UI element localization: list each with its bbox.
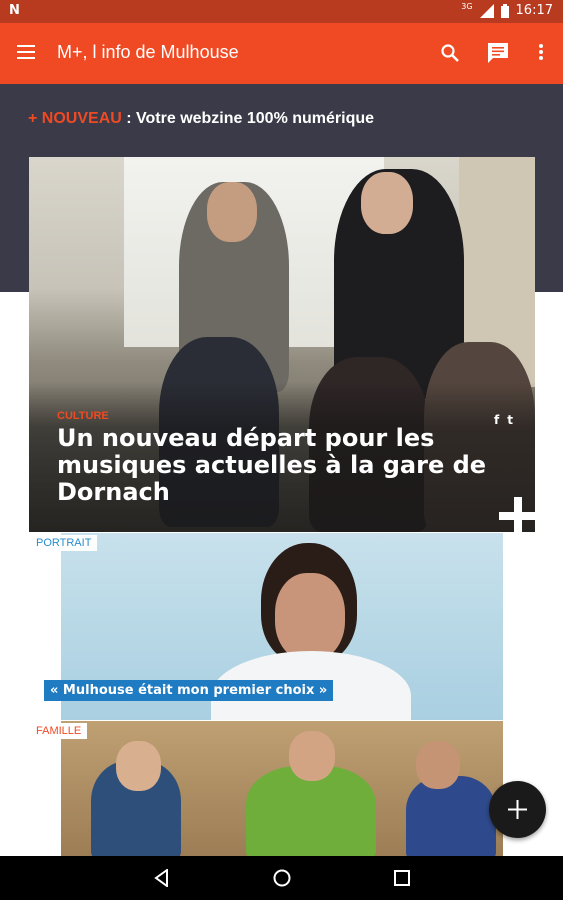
battery-icon <box>500 3 509 18</box>
famille-photo-child <box>416 741 460 789</box>
signal-icon <box>479 3 494 18</box>
hero-headline[interactable]: Un nouveau départ pour les musiques actu… <box>57 425 487 506</box>
recents-icon[interactable] <box>393 869 411 891</box>
chat-icon[interactable] <box>486 41 510 69</box>
home-icon[interactable] <box>272 868 292 892</box>
twitter-icon[interactable]: t <box>507 413 513 427</box>
overflow-menu-icon[interactable] <box>538 43 544 65</box>
facebook-icon[interactable]: f <box>494 413 499 427</box>
app-title: M+, l info de Mulhouse <box>57 42 239 62</box>
portrait-quote[interactable]: « Mulhouse était mon premier choix » <box>44 680 334 701</box>
add-fab-button[interactable] <box>489 781 546 838</box>
webzine-banner[interactable]: + NOUVEAU : Votre webzine 100% numérique <box>28 110 374 128</box>
hero-photo-person <box>361 172 413 234</box>
clock: 16:17 <box>515 3 553 18</box>
notification-app-icon: N <box>9 3 20 18</box>
hero-category: CULTURE <box>57 410 109 422</box>
portrait-photo-face <box>275 573 345 661</box>
famille-photo-child <box>116 741 161 791</box>
status-icons: 3G 16:17 <box>461 2 553 18</box>
plus-glyph: + <box>28 110 38 127</box>
famille-photo-child <box>289 731 335 781</box>
network-type-label: 3G <box>461 2 473 11</box>
back-icon[interactable] <box>153 868 171 891</box>
famille-article-card[interactable] <box>61 721 503 856</box>
portrait-tag: PORTRAIT <box>30 535 98 551</box>
famille-photo-child <box>406 776 496 856</box>
system-navigation-bar <box>0 856 563 900</box>
hero-article-card[interactable]: CULTURE Un nouveau départ pour les musiq… <box>29 157 535 532</box>
app-bar: M+, l info de Mulhouse <box>0 23 563 84</box>
banner-text: : Votre webzine 100% numérique <box>121 110 375 127</box>
hero-photo-person <box>207 182 257 242</box>
banner-nouveau: NOUVEAU <box>41 110 122 127</box>
menu-icon[interactable] <box>17 44 37 60</box>
status-bar: N 3G 16:17 <box>0 0 563 23</box>
famille-tag: FAMILLE <box>30 723 88 739</box>
hero-share-icons: f t <box>494 413 513 427</box>
hero-plus-icon[interactable] <box>499 497 537 535</box>
search-icon[interactable] <box>440 43 460 67</box>
